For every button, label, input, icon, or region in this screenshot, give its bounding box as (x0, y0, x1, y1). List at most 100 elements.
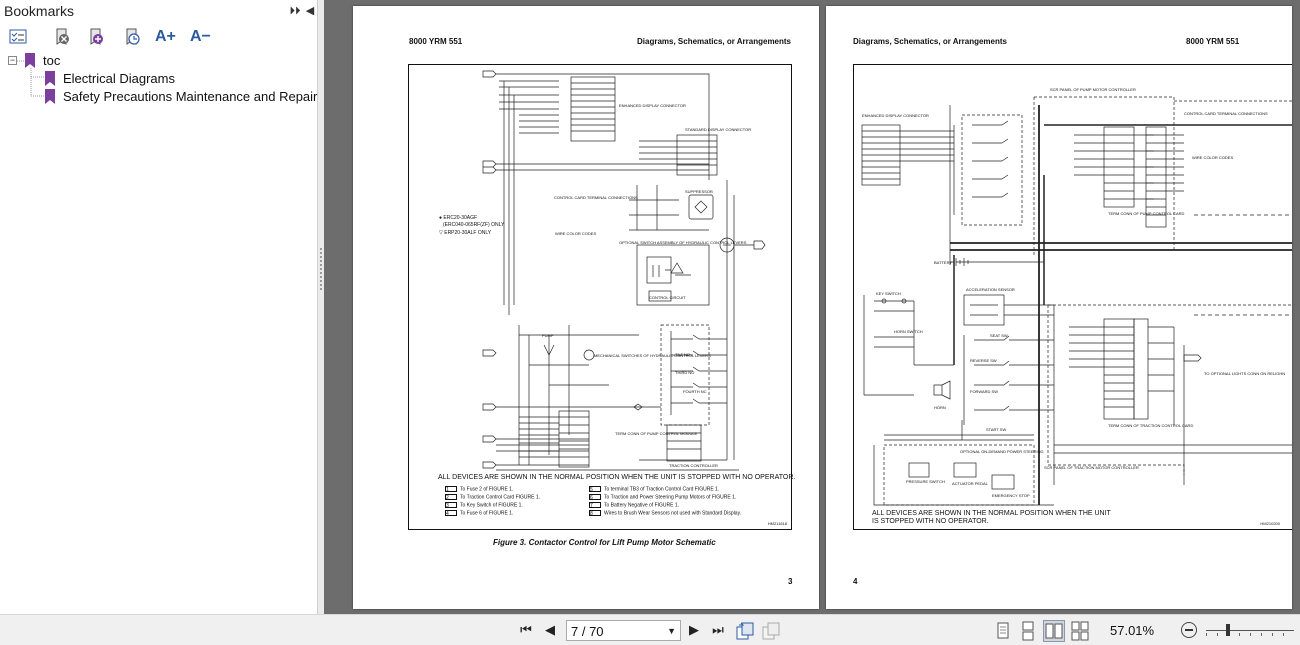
tree-item-label: Electrical Diagrams (63, 71, 175, 86)
new-bookmark-icon[interactable] (121, 26, 143, 48)
tree-item-safety-precautions[interactable]: Safety Precautions Maintenance and Repai… (45, 88, 318, 106)
reference-text: To Battery Negative of FIGURE 1. (604, 502, 680, 509)
page-header-left: Diagrams, Schematics, or Arrangements (853, 37, 1007, 46)
reference-5: 5 To terminal TB3 of Traction Control Car… (589, 486, 719, 493)
document-view[interactable]: 8000 YRM 551 Diagrams, Schematics, or Ar… (324, 0, 1300, 614)
tree-item-label: Safety Precautions Maintenance and Repai… (63, 89, 318, 104)
reference-text: To Traction Control Card FIGURE 1. (460, 494, 541, 501)
reference-7: 7 To Battery Negative of FIGURE 1. (589, 502, 680, 509)
continuous-view-icon[interactable] (1017, 620, 1039, 642)
tree-item-electrical-diagrams[interactable]: Electrical Diagrams (45, 70, 245, 88)
reference-3: 3 To Key Switch of FIGURE 1. (445, 502, 523, 509)
reference-8: 8 Wires to Brush Wear Sensors not used wi… (589, 510, 742, 517)
control-card-label: CONTROL CARD TERMINAL CONNECTIONS (554, 195, 638, 200)
traction-controller-label: TRACTION CONTROLLER (669, 463, 718, 468)
accel-sensor-label: ACCELERATION SENSOR (966, 287, 1015, 292)
scr-panel-bottom-label: SCR PANEL OF TRACTION MOTOR CONTROLLER (1044, 465, 1139, 470)
page-header-right: Diagrams, Schematics, or Arrangements (637, 37, 791, 46)
model-legend-1: ● ERC20-30AGF (439, 215, 478, 221)
document-page-3: 8000 YRM 551 Diagrams, Schematics, or Ar… (353, 6, 819, 609)
page-number-value[interactable]: 7 / 70 (571, 624, 604, 639)
schematic-frame: SCR PANEL OF PUMP MOTOR CONTROLLER ENHAN… (853, 64, 1292, 530)
model-legend-2: ▽ ERP20-30ALF ONLY (439, 230, 492, 236)
enhanced-display-label: ENHANCED DISPLAY CONNECTOR (862, 113, 929, 118)
term-conn-traction-label: TERM CONN OF TRACTION CONTROL CARD (1108, 423, 1194, 428)
reference-text: Wires to Brush Wear Sensors not used wit… (604, 510, 742, 517)
wire-color-codes-label: WIRE COLOR CODES (555, 231, 597, 236)
scr-panel-top-label: SCR PANEL OF PUMP MOTOR CONTROLLER (1050, 87, 1136, 92)
bookmark-options-icon[interactable] (7, 26, 29, 48)
normal-position-note: ALL DEVICES ARE SHOWN IN THE NORMAL POSI… (438, 474, 796, 481)
zoom-slider-track[interactable] (1206, 630, 1294, 631)
standard-display-label: STANDARD DISPLAY CONNECTOR (685, 127, 752, 132)
delete-bookmark-icon[interactable] (51, 26, 73, 48)
continuous-facing-view-icon[interactable] (1069, 620, 1091, 642)
chevron-down-icon[interactable]: ▼ (667, 626, 676, 636)
enhanced-display-label: ENHANCED DISPLAY CONNECTOR (619, 103, 686, 108)
page-number: 3 (788, 577, 793, 586)
reference-tag: 6 (589, 494, 601, 501)
first-page-button[interactable]: ⏮ (517, 621, 535, 639)
wire-color-codes-label: WIRE COLOR CODES (1192, 155, 1234, 160)
previous-page-button[interactable]: ◀ (541, 621, 559, 639)
reference-tag: 2 (445, 494, 457, 501)
single-page-view-icon[interactable] (992, 620, 1014, 642)
reference-tag: 7 (589, 502, 601, 509)
figure-caption: Figure 3. Contactor Control for Lift Pum… (493, 538, 716, 547)
zoom-level[interactable]: 57.01% (1110, 623, 1154, 638)
model-legend-1b: (ERC040-065RF(ZF) ONLY (443, 222, 505, 228)
go-forward-view-icon[interactable] (760, 620, 782, 642)
page-number-dropdown[interactable]: 7 / 70 ▼ (566, 620, 681, 641)
splitter-grip[interactable] (320, 248, 322, 292)
reference-text: To Key Switch of FIGURE 1. (460, 502, 523, 509)
optional-switch-label: OPTIONAL SWITCH ASSEMBLY OF HYDRAULIC CO… (619, 240, 747, 245)
collapse-panel-icon[interactable]: ⏵⏵ (288, 3, 302, 19)
page-number: 4 (853, 577, 858, 586)
go-back-view-icon[interactable] (734, 620, 756, 642)
last-page-button[interactable]: ⏭ (709, 621, 727, 639)
reference-6: 6 To Traction and Power Steering Pump Mot… (589, 494, 737, 501)
bookmarks-toolbar: A+ A− (0, 24, 318, 50)
actuator-pedal-label: ACTUATOR PEDAL (952, 481, 988, 486)
term-conn-pump-label: TERM CONN OF PUMP CONTROL CARD (1108, 211, 1185, 216)
wiring-schematic-drawing (861, 96, 1292, 506)
reference-tag: 3 (445, 502, 457, 509)
pressure-switch-label: PRESSURE SWITCH (906, 479, 945, 484)
reference-text: To Fuse 6 of FIGURE 1. (460, 510, 514, 517)
increase-text-size-icon[interactable]: A+ (155, 26, 177, 48)
reference-2: 2 To Traction Control Card FIGURE 1. (445, 494, 541, 501)
bookmarks-panel: Bookmarks ⏵⏵ ◀ A+ A− − toc Electrical Di… (0, 0, 318, 614)
battery-label: BATTERY (934, 260, 953, 265)
horn-switch-label: HORN SWITCH (894, 329, 923, 334)
facing-pages-view-icon[interactable] (1043, 620, 1065, 642)
suppressor-label: SUPPRESSOR (685, 189, 713, 194)
drawing-code: HM210200 (1260, 521, 1280, 526)
reference-text: To Fuse 2 of FIGURE 1. (460, 486, 514, 493)
normal-position-note-line-2: IS STOPPED WITH NO OPERATOR. (872, 518, 989, 525)
status-toolbar: ⏮ ◀ 7 / 70 ▼ ▶ ⏭ 57.01% (0, 614, 1300, 645)
optional-lights-label: TO OPTIONAL LIGHTS CONN ON RELIGHN (1204, 371, 1286, 376)
tree-item-toc[interactable]: toc (25, 52, 125, 70)
bookmarks-header: Bookmarks ⏵⏵ ◀ (0, 0, 318, 22)
third-no-label: THIRD NO (675, 370, 695, 375)
reference-4: 4 To Fuse 6 of FIGURE 1. (445, 510, 514, 517)
add-bookmark-icon[interactable] (85, 26, 107, 48)
zoom-slider-thumb[interactable] (1226, 624, 1230, 636)
zoom-out-icon[interactable] (1181, 622, 1197, 638)
tree-item-label: toc (43, 53, 61, 68)
seat-switch-label: SEAT SW (990, 333, 1008, 338)
emergency-stop-label: EMERGENCY STOP (992, 493, 1030, 498)
pump-label: PUMP (542, 333, 554, 338)
lift-pump-schematic-drawing (482, 70, 766, 471)
start-switch-label: START SW (986, 427, 1007, 432)
decrease-text-size-icon[interactable]: A− (190, 26, 212, 48)
bookmarks-title: Bookmarks (4, 3, 75, 19)
hide-panel-icon[interactable]: ◀ (303, 3, 317, 19)
key-switch-label: KEY SWITCH (876, 291, 901, 296)
reference-text: To Traction and Power Steering Pump Moto… (604, 494, 737, 501)
next-page-button[interactable]: ▶ (685, 621, 703, 639)
mechanical-switches-label: MECHANICAL SWITCHES OF HYDRAULIC CONTROL… (594, 353, 711, 358)
zoom-slider-ticks (1206, 633, 1294, 636)
on-demand-steering-label: OPTIONAL ON-DEMAND POWER STEERING (960, 449, 1044, 454)
reference-tag: 1 (445, 486, 457, 493)
